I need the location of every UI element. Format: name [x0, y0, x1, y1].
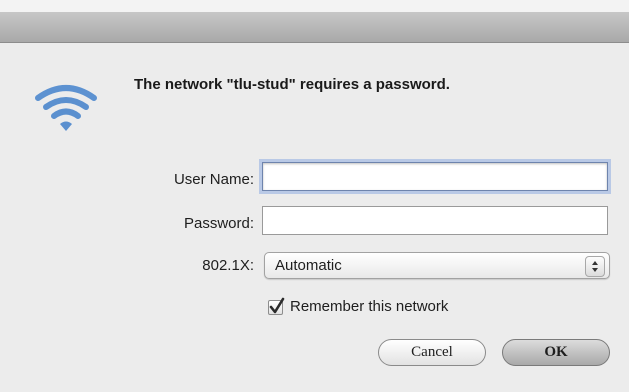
window-titlebar[interactable] — [0, 12, 629, 43]
checkmark-icon — [269, 297, 285, 314]
dialog-message: The network "tlu-stud" requires a passwo… — [134, 76, 450, 93]
remember-network-label: Remember this network — [290, 298, 449, 315]
ok-button[interactable]: OK — [502, 339, 610, 366]
password-field[interactable] — [262, 206, 608, 235]
remember-network-checkbox[interactable] — [268, 297, 285, 315]
security-select[interactable]: Automatic — [264, 252, 610, 279]
password-label: Password: — [183, 215, 254, 232]
window-top-strip — [0, 0, 629, 12]
username-label: User Name: — [173, 171, 254, 188]
wifi-password-dialog: The network "tlu-stud" requires a passwo… — [0, 0, 629, 392]
security-select-value: Automatic — [275, 257, 342, 274]
wifi-icon — [32, 82, 100, 134]
up-down-arrows-icon — [585, 256, 605, 277]
username-field[interactable] — [262, 162, 608, 191]
security-label: 802.1X: — [202, 257, 254, 274]
cancel-button[interactable]: Cancel — [378, 339, 486, 366]
